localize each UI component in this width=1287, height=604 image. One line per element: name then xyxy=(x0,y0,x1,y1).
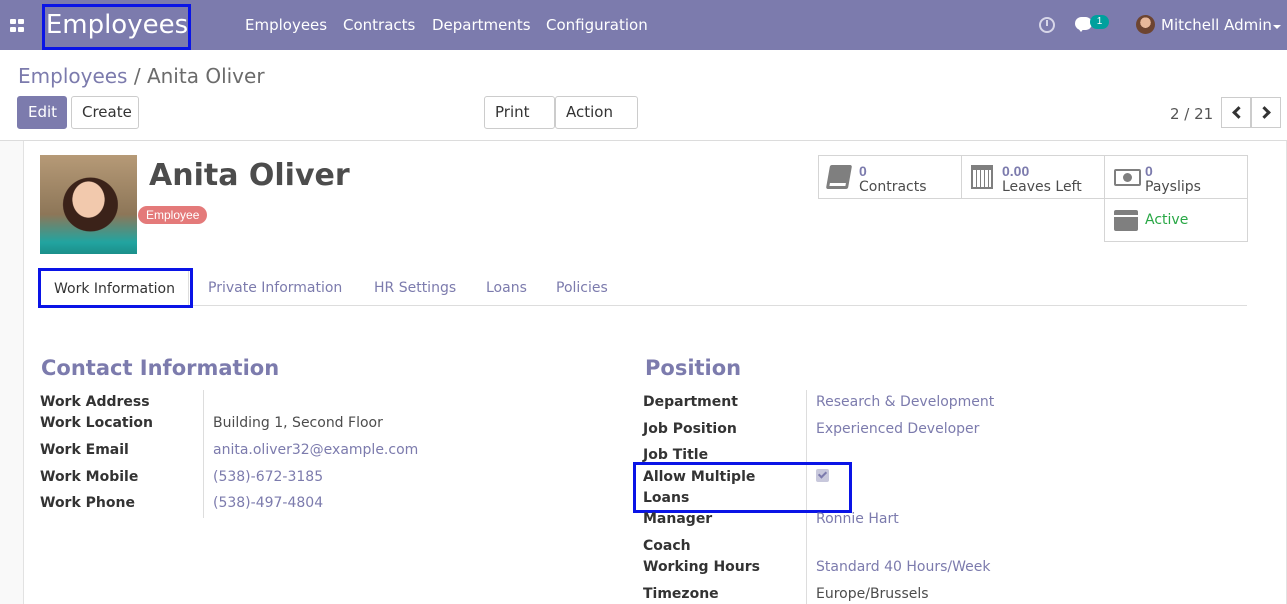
clock-icon[interactable] xyxy=(1039,17,1055,33)
chevron-down-icon xyxy=(1273,25,1281,29)
working-hours-link[interactable]: Standard 40 Hours/Week xyxy=(816,559,991,575)
chat-count-badge: 1 xyxy=(1090,15,1109,29)
leaves-stat-button[interactable]: 0.00 Leaves Left xyxy=(961,155,1105,199)
department-label: Department xyxy=(643,394,738,410)
timezone-value: Europe/Brussels xyxy=(816,586,929,602)
leaves-count: 0.00 xyxy=(1002,163,1030,179)
tab-hr-settings[interactable]: HR Settings xyxy=(374,268,456,306)
manager-label: Manager xyxy=(643,511,713,527)
breadcrumb: Employees / Anita Oliver xyxy=(18,64,265,88)
work-email-label: Work Email xyxy=(40,442,129,458)
pager-value[interactable]: 2 / 21 xyxy=(1170,105,1213,123)
timezone-label: Timezone xyxy=(643,586,719,602)
app-title[interactable]: Employees xyxy=(44,4,190,49)
breadcrumb-current: Anita Oliver xyxy=(146,64,265,88)
work-location-value: Building 1, Second Floor xyxy=(213,415,383,431)
tab-private-information[interactable]: Private Information xyxy=(208,268,342,306)
position-divider xyxy=(806,390,807,604)
top-navbar: Employees Employees Contracts Department… xyxy=(0,0,1287,50)
work-phone-link[interactable]: (538)-497-4804 xyxy=(213,495,323,511)
apps-grid-icon[interactable] xyxy=(10,19,24,32)
chevron-left-icon xyxy=(1232,106,1245,119)
print-label: Print xyxy=(495,103,530,121)
control-panel: Employees / Anita Oliver Edit Create Pri… xyxy=(0,50,1287,146)
manager-link[interactable]: Ronnie Hart xyxy=(816,511,899,527)
active-label: Active xyxy=(1145,212,1189,228)
job-title-label: Job Title xyxy=(643,447,709,463)
leaves-label: Leaves Left xyxy=(1002,179,1082,195)
create-button[interactable]: Create xyxy=(71,96,139,129)
work-mobile-link[interactable]: (538)-672-3185 xyxy=(213,469,323,485)
job-position-label: Job Position xyxy=(643,421,737,437)
employee-photo[interactable] xyxy=(40,155,137,254)
archive-icon xyxy=(1114,210,1138,231)
tab-loans[interactable]: Loans xyxy=(486,268,527,306)
menu-departments[interactable]: Departments xyxy=(432,0,531,50)
contracts-label: Contracts xyxy=(859,179,927,195)
payslips-label: Payslips xyxy=(1145,179,1201,195)
allow-multiple-loans-checkbox[interactable] xyxy=(816,469,829,482)
work-phone-label: Work Phone xyxy=(40,495,135,511)
employee-name: Anita Oliver xyxy=(149,158,350,193)
contracts-stat-button[interactable]: 0 Contracts xyxy=(818,155,962,199)
work-address-label: Work Address xyxy=(40,394,150,410)
book-icon xyxy=(825,165,853,189)
department-link[interactable]: Research & Development xyxy=(816,394,994,410)
work-email-link[interactable]: anita.oliver32@example.com xyxy=(213,442,418,458)
contact-section-title: Contact Information xyxy=(41,356,280,380)
print-dropdown[interactable]: Print xyxy=(484,96,555,146)
notebook-tabs: Work Information Private Information HR … xyxy=(40,268,1247,307)
edit-button[interactable]: Edit xyxy=(17,96,67,129)
money-icon xyxy=(1114,169,1141,186)
tab-work-information[interactable]: Work Information xyxy=(40,268,189,307)
action-dropdown[interactable]: Action xyxy=(555,96,638,146)
contracts-count: 0 xyxy=(859,163,867,179)
chevron-right-icon xyxy=(1258,106,1271,119)
work-mobile-label: Work Mobile xyxy=(40,469,139,485)
pager-next-button[interactable] xyxy=(1251,97,1281,128)
allow-multiple-loans-label-line1: Allow Multiple xyxy=(643,469,756,485)
employee-tag[interactable]: Employee xyxy=(138,206,208,224)
active-toggle-button[interactable]: Active xyxy=(1104,198,1248,242)
breadcrumb-employees[interactable]: Employees xyxy=(18,64,127,88)
work-location-label: Work Location xyxy=(40,415,154,431)
job-position-link[interactable]: Experienced Developer xyxy=(816,421,979,437)
tab-policies[interactable]: Policies xyxy=(556,268,608,306)
position-section-title: Position xyxy=(645,356,742,380)
menu-configuration[interactable]: Configuration xyxy=(546,0,648,50)
action-label: Action xyxy=(566,103,613,121)
pager-previous-button[interactable] xyxy=(1221,97,1251,128)
breadcrumb-separator: / xyxy=(133,64,141,88)
user-menu[interactable]: Mitchell Admin xyxy=(1161,0,1272,51)
allow-multiple-loans-label-line2: Loans xyxy=(643,490,690,506)
coach-label: Coach xyxy=(643,538,691,554)
payslips-count: 0 xyxy=(1145,163,1153,179)
payslips-stat-button[interactable]: 0 Payslips xyxy=(1104,155,1248,199)
menu-contracts[interactable]: Contracts xyxy=(343,0,415,50)
calendar-icon xyxy=(971,165,993,189)
menu-employees[interactable]: Employees xyxy=(245,0,327,50)
contact-divider xyxy=(203,390,204,518)
user-avatar[interactable] xyxy=(1136,15,1155,34)
working-hours-label: Working Hours xyxy=(643,559,760,575)
